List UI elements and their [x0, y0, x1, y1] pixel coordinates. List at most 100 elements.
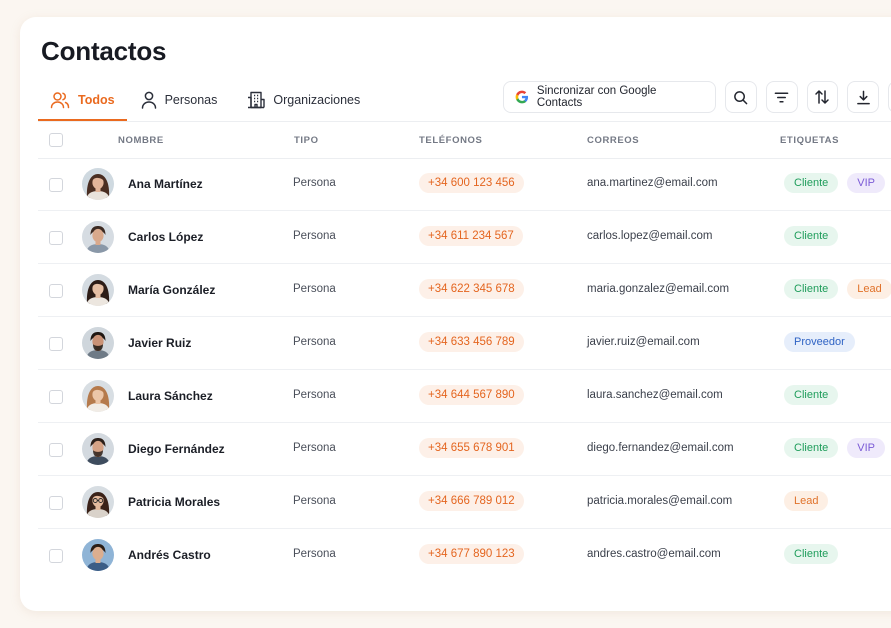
contact-name[interactable]: María González: [128, 283, 215, 297]
tag-cliente: Cliente: [784, 544, 839, 564]
table-row[interactable]: Diego Fernández Persona +34 655 678 901 die…: [38, 423, 891, 476]
tab-label: Todos: [78, 93, 115, 107]
contact-name[interactable]: Patricia Morales: [128, 495, 220, 509]
tab-label: Personas: [164, 93, 218, 107]
contact-type: Persona: [293, 230, 336, 242]
contact-tags: Cliente: [784, 544, 847, 564]
tag-lead: Lead: [847, 279, 891, 299]
contact-email[interactable]: andres.castro@email.com: [587, 548, 721, 560]
row-checkbox[interactable]: [49, 549, 63, 563]
avatar: [82, 327, 114, 359]
contact-type: Persona: [293, 495, 336, 507]
contact-tags: Proveedor: [784, 332, 864, 352]
sync-label: Sincronizar con Google Contacts: [536, 85, 657, 109]
table-row[interactable]: María González Persona +34 622 345 678 mari…: [38, 264, 891, 317]
contact-phone[interactable]: +34 655 678 901: [419, 438, 524, 458]
row-checkbox[interactable]: [49, 284, 63, 298]
tag-lead: Lead: [784, 491, 829, 511]
table-row[interactable]: Andrés Castro Persona +34 677 890 123 andre…: [38, 529, 891, 581]
tag-cliente: Cliente: [784, 173, 839, 193]
avatar: [82, 221, 114, 253]
row-checkbox[interactable]: [49, 231, 63, 245]
tag-proveedor: Proveedor: [784, 332, 855, 352]
contact-phone[interactable]: +34 600 123 456: [419, 173, 524, 193]
tab-organizaciones[interactable]: Organizaciones: [235, 81, 372, 121]
table-row[interactable]: Laura Sánchez Persona +34 644 567 890 laura…: [38, 370, 891, 423]
user-icon: [141, 91, 156, 109]
contact-type: Persona: [293, 548, 336, 560]
users-icon: [50, 92, 70, 109]
contact-phone[interactable]: +34 644 567 890: [419, 385, 524, 405]
contact-name[interactable]: Laura Sánchez: [128, 389, 213, 403]
contact-email[interactable]: maria.gonzalez@email.com: [587, 283, 729, 295]
contact-tags: Cliente: [784, 226, 847, 246]
sync-google-contacts-button[interactable]: Sincronizar con Google Contacts: [503, 81, 716, 113]
contact-email[interactable]: laura.sanchez@email.com: [587, 389, 723, 401]
row-checkbox[interactable]: [49, 443, 63, 457]
avatar: [82, 433, 114, 465]
search-button[interactable]: [724, 81, 757, 113]
table-row[interactable]: Javier Ruiz Persona +34 633 456 789 javier.…: [38, 317, 891, 370]
row-checkbox[interactable]: [49, 337, 63, 351]
avatar: [82, 539, 114, 571]
sort-button[interactable]: [806, 81, 839, 113]
contact-email[interactable]: diego.fernandez@email.com: [587, 442, 734, 454]
contact-email[interactable]: javier.ruiz@email.com: [587, 336, 700, 348]
tab-personas[interactable]: Personas: [129, 81, 230, 121]
contact-type: Persona: [293, 336, 336, 348]
tag-cliente: Cliente: [784, 226, 839, 246]
tag-cliente: Cliente: [784, 385, 839, 405]
contact-phone[interactable]: +34 666 789 012: [419, 491, 524, 511]
select-all-checkbox[interactable]: [49, 133, 63, 147]
column-etiquetas[interactable]: ETIQUETAS: [780, 135, 839, 146]
contact-tags: Cliente Lead: [784, 279, 891, 299]
avatar: [82, 168, 114, 200]
tab-todos[interactable]: Todos: [38, 81, 127, 121]
table-row[interactable]: Carlos López Persona +34 611 234 567 carlos…: [38, 211, 891, 264]
filter-icon: [774, 92, 789, 102]
tag-vip: VIP: [847, 438, 885, 458]
page-title: Contactos: [41, 36, 167, 66]
column-correos[interactable]: CORREOS: [587, 135, 639, 146]
tag-cliente: Cliente: [784, 279, 839, 299]
contact-name[interactable]: Javier Ruiz: [128, 336, 191, 350]
contact-email[interactable]: carlos.lopez@email.com: [587, 230, 712, 242]
toolbar: Sincronizar con Google Contacts: [503, 81, 891, 113]
avatar: [82, 486, 114, 518]
contact-phone[interactable]: +34 677 890 123: [419, 544, 524, 564]
row-checkbox[interactable]: [49, 178, 63, 192]
filter-button[interactable]: [765, 81, 798, 113]
avatar: [82, 274, 114, 306]
contact-tags: Lead: [784, 491, 837, 511]
contact-phone[interactable]: +34 633 456 789: [419, 332, 524, 352]
contact-email[interactable]: patricia.morales@email.com: [587, 495, 732, 507]
row-checkbox[interactable]: [49, 390, 63, 404]
table-row[interactable]: Patricia Morales Persona +34 666 789 012 pa…: [38, 476, 891, 529]
table-header: NOMBRE TIPO TELÉFONOS CORREOS ETIQUETAS: [38, 121, 891, 159]
building-icon: [248, 91, 266, 109]
contact-type: Persona: [293, 177, 336, 189]
download-button[interactable]: [847, 81, 880, 113]
contact-phone[interactable]: +34 622 345 678: [419, 279, 524, 299]
download-icon: [856, 90, 870, 104]
column-telefonos[interactable]: TELÉFONOS: [419, 135, 482, 146]
tag-vip: VIP: [847, 173, 885, 193]
row-checkbox[interactable]: [49, 496, 63, 510]
tag-cliente: Cliente: [784, 438, 839, 458]
column-tipo[interactable]: TIPO: [294, 135, 319, 146]
contacts-panel: Contactos Todos Personas Organizaciones …: [20, 17, 891, 611]
contact-phone[interactable]: +34 611 234 567: [419, 226, 523, 246]
table-row[interactable]: Ana Martínez Persona +34 600 123 456 ana.ma…: [38, 158, 891, 211]
contact-name[interactable]: Carlos López: [128, 230, 203, 244]
contact-type: Persona: [293, 283, 336, 295]
contact-name[interactable]: Diego Fernández: [128, 442, 225, 456]
contact-name[interactable]: Ana Martínez: [128, 177, 203, 191]
contact-tags: Cliente: [784, 385, 847, 405]
column-nombre[interactable]: NOMBRE: [118, 135, 164, 146]
contact-name[interactable]: Andrés Castro: [128, 548, 211, 562]
tab-label: Organizaciones: [273, 93, 361, 107]
search-icon: [734, 90, 748, 104]
contact-tags: Cliente VIP: [784, 173, 891, 193]
contact-tabs: Todos Personas Organizaciones: [38, 81, 372, 121]
contact-email[interactable]: ana.martinez@email.com: [587, 177, 718, 189]
